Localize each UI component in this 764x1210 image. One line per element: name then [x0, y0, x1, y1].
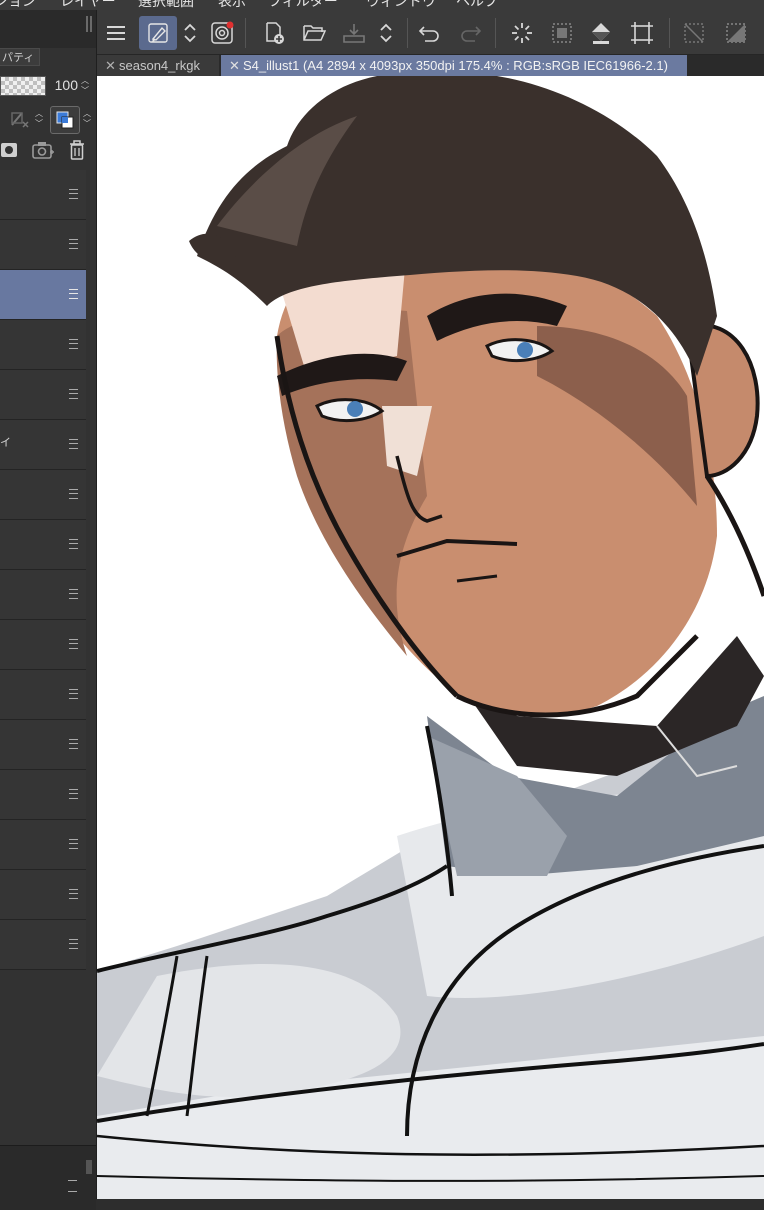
- layer-row[interactable]: [0, 720, 86, 770]
- menu-icon[interactable]: [99, 16, 133, 50]
- layer-row[interactable]: [0, 670, 86, 720]
- panel-grip-icon[interactable]: [86, 16, 92, 32]
- undo-icon[interactable]: [413, 16, 447, 50]
- select-all-icon[interactable]: [545, 16, 579, 50]
- panel-bottom-strip: [0, 1145, 96, 1210]
- close-icon[interactable]: ✕: [229, 55, 240, 76]
- command-bar: [97, 10, 764, 55]
- layer-name: イ: [0, 437, 11, 449]
- layer-row[interactable]: [0, 620, 86, 670]
- layer-row[interactable]: [0, 820, 86, 870]
- layer-row[interactable]: [0, 520, 86, 570]
- deselect-icon[interactable]: [677, 16, 711, 50]
- tab-label: season4_rkgk: [119, 58, 200, 73]
- menu-item-help[interactable]: ヘルプ: [456, 0, 498, 10]
- menu-item-window[interactable]: ウィンドウ: [366, 0, 436, 10]
- layer-menu-icon[interactable]: [69, 289, 78, 299]
- save-icon[interactable]: [337, 16, 371, 50]
- opacity-stepper[interactable]: ︿ ﹀: [80, 76, 90, 96]
- tab-season4-rkgk[interactable]: ✕ season4_rkgk: [97, 55, 219, 76]
- mask-icon[interactable]: [0, 138, 20, 162]
- layer-row[interactable]: [0, 870, 86, 920]
- document-tab-bar: ✕ season4_rkgk ✕ S4_illust1 (A4 2894 x 4…: [97, 55, 764, 76]
- layer-list: イ: [0, 170, 86, 970]
- open-folder-icon[interactable]: [297, 16, 331, 50]
- drawing-canvas[interactable]: [97, 76, 764, 1199]
- layer-menu-icon[interactable]: [69, 439, 78, 449]
- scrollbar-thumb[interactable]: [86, 1160, 92, 1174]
- clip-layer-icon[interactable]: [8, 106, 32, 132]
- menu-item-selection[interactable]: 選択範囲: [138, 0, 194, 10]
- invert-selection-icon[interactable]: [719, 16, 753, 50]
- layer-row[interactable]: [0, 920, 86, 970]
- layer-row[interactable]: イ: [0, 420, 86, 470]
- layer-menu-icon[interactable]: [69, 539, 78, 549]
- layer-menu-icon[interactable]: [69, 789, 78, 799]
- menu-item-animation[interactable]: ション: [0, 0, 36, 10]
- layer-menu-icon[interactable]: [69, 689, 78, 699]
- new-file-icon[interactable]: [257, 16, 291, 50]
- updown-icon-2[interactable]: [373, 16, 399, 50]
- layer-color-button[interactable]: [50, 106, 80, 134]
- panel-menu-icon[interactable]: [68, 1180, 77, 1192]
- transform-icon[interactable]: [625, 16, 659, 50]
- blend-row: ︿ ﹀ ︿ ﹀: [0, 106, 96, 136]
- layer-menu-icon[interactable]: [69, 839, 78, 849]
- opacity-row: 100 ︿ ﹀: [0, 72, 96, 98]
- layer-row[interactable]: [0, 570, 86, 620]
- loading-spinner-icon[interactable]: [505, 16, 539, 50]
- layer-panel: パティ 100 ︿ ﹀ ︿ ﹀ ︿ ﹀ イ: [0, 10, 97, 1210]
- layer-color-stepper[interactable]: ︿ ﹀: [82, 109, 92, 129]
- layer-row[interactable]: [0, 270, 86, 320]
- layer-row[interactable]: [0, 770, 86, 820]
- layer-menu-icon[interactable]: [69, 389, 78, 399]
- illustration: [97, 76, 764, 1199]
- layer-menu-icon[interactable]: [69, 889, 78, 899]
- menu-item-filter[interactable]: フィルター: [268, 0, 338, 10]
- close-icon[interactable]: ✕: [105, 55, 116, 76]
- layer-menu-icon[interactable]: [69, 339, 78, 349]
- subtool-pen-icon[interactable]: [139, 16, 177, 50]
- layer-menu-icon[interactable]: [69, 639, 78, 649]
- layer-menu-icon[interactable]: [69, 939, 78, 949]
- layer-menu-icon[interactable]: [69, 489, 78, 499]
- tab-layer-property[interactable]: パティ: [0, 48, 40, 66]
- layer-menu-icon[interactable]: [69, 589, 78, 599]
- layer-menu-icon[interactable]: [69, 739, 78, 749]
- spiral-icon[interactable]: [205, 16, 239, 50]
- redo-icon[interactable]: [453, 16, 487, 50]
- opacity-value[interactable]: 100: [48, 76, 78, 94]
- menu-item-layer[interactable]: レイヤー: [60, 0, 116, 10]
- fill-bucket-icon[interactable]: [585, 16, 619, 50]
- layer-menu-icon[interactable]: [69, 239, 78, 249]
- menu-bar: ション レイヤー 選択範囲 表示 フィルター ウィンドウ ヘルプ: [0, 0, 764, 10]
- layer-menu-icon[interactable]: [69, 189, 78, 199]
- opacity-slider[interactable]: [0, 76, 46, 96]
- layer-row[interactable]: [0, 470, 86, 520]
- clip-stepper[interactable]: ︿ ﹀: [34, 109, 44, 129]
- tab-label: S4_illust1 (A4 2894 x 4093px 350dpi 175.…: [243, 58, 668, 73]
- layer-row[interactable]: [0, 370, 86, 420]
- camera-icon[interactable]: [30, 138, 56, 162]
- trash-icon[interactable]: [66, 138, 88, 162]
- tab-s4-illust1[interactable]: ✕ S4_illust1 (A4 2894 x 4093px 350dpi 17…: [221, 55, 687, 76]
- panel-tab-strip: [0, 10, 96, 48]
- layer-row[interactable]: [0, 220, 86, 270]
- layer-row[interactable]: [0, 170, 86, 220]
- layer-icon-row: [0, 138, 96, 164]
- layer-row[interactable]: [0, 320, 86, 370]
- updown-icon[interactable]: [177, 16, 203, 50]
- menu-item-view[interactable]: 表示: [218, 0, 246, 10]
